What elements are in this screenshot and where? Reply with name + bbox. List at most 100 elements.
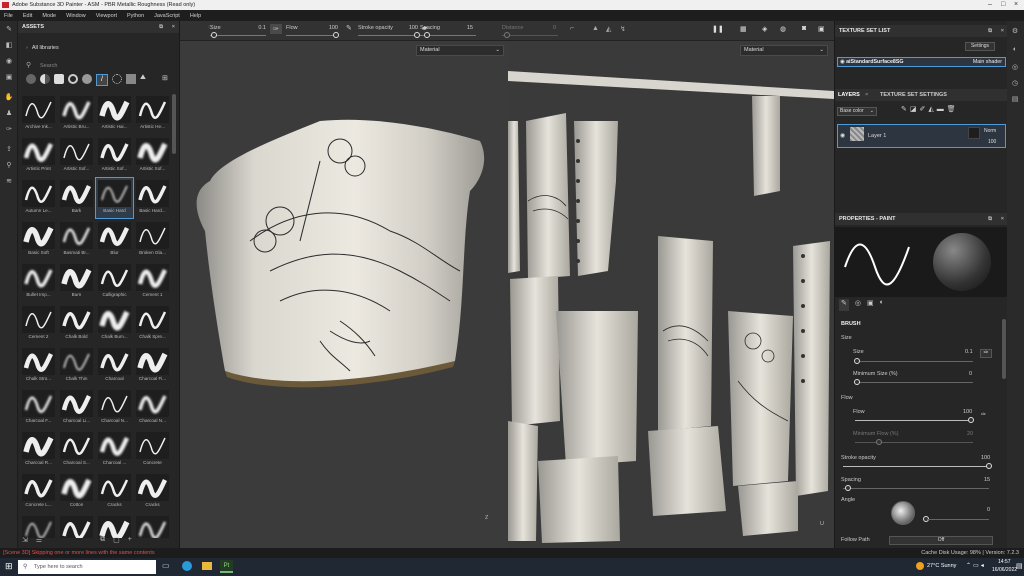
tab-texture-set-settings[interactable]: TEXTURE SET SETTINGS	[880, 92, 947, 98]
brush-thumbnail[interactable]: Burn	[58, 262, 95, 302]
brush-thumbnail[interactable]: Artistic Sof...	[96, 136, 133, 176]
close-panel-icon[interactable]: ×	[1001, 213, 1004, 225]
camera-settings-icon[interactable]: ◈	[762, 25, 767, 33]
brush-thumbnail[interactable]: Basic Hard	[95, 177, 134, 219]
taskbar-search[interactable]: ⚲ Type here to search	[18, 560, 156, 574]
material-tab-icon[interactable]: ◐	[880, 299, 884, 311]
align-icon[interactable]: ↯	[620, 25, 626, 33]
spacing-value[interactable]: 15	[453, 25, 473, 31]
brush-thumbnail[interactable]: Chalk Stro...	[20, 346, 57, 386]
layer-row[interactable]: ◉ Layer 1 Norm 100	[837, 124, 1006, 148]
viewport-3d[interactable]: Material ⌄ Z	[180, 41, 508, 548]
brush-thumbnail[interactable]: Charcoal ...	[96, 430, 133, 470]
clock-time[interactable]: 14:57	[998, 559, 1011, 565]
properties-scrollbar[interactable]	[1002, 319, 1006, 379]
brush-thumbnail[interactable]: Cracks	[134, 472, 171, 512]
brush-thumbnail[interactable]: Chalk Bold	[58, 304, 95, 344]
measure-icon[interactable]: ⚲	[4, 161, 14, 171]
prop-flow-knob[interactable]	[968, 417, 974, 423]
min-flow-knob[interactable]	[876, 439, 882, 445]
brush-thumbnail[interactable]: Charcoal N...	[96, 388, 133, 428]
brush-thumbnail[interactable]: Chalk Spre...	[134, 304, 171, 344]
weather-text[interactable]: 27°C Sunny	[927, 563, 956, 569]
brush-thumbnail[interactable]: Basic Soft	[20, 220, 57, 260]
stroke-opacity-track[interactable]	[843, 466, 989, 467]
min-flow-value[interactable]: 20	[967, 431, 973, 437]
brush-thumbnail[interactable]: Blur	[96, 220, 133, 260]
brush-thumbnail[interactable]: Cement 2	[20, 304, 57, 344]
grid-view-icon[interactable]: ⊞	[162, 74, 172, 84]
close-icon[interactable]: ×	[1014, 0, 1018, 10]
layers-icon[interactable]: ≋	[4, 177, 14, 187]
stroke-opacity-knob[interactable]	[986, 463, 992, 469]
texture-set-settings-dropdown[interactable]: Settings	[965, 42, 995, 51]
new-window-icon[interactable]: ⧉	[100, 536, 105, 546]
prop-flow-value[interactable]: 100	[963, 409, 972, 415]
min-size-track[interactable]	[855, 382, 973, 383]
filter-filters-icon[interactable]	[82, 74, 92, 84]
add-mask-icon[interactable]: ◪	[910, 106, 920, 113]
menu-python[interactable]: Python	[127, 13, 144, 19]
display-icon[interactable]: ▦	[740, 25, 747, 33]
brush-thumbnail[interactable]	[20, 514, 57, 538]
edge-browser-icon[interactable]	[182, 561, 192, 571]
brush-thumbnail[interactable]: Bark	[58, 178, 95, 218]
color-picker-icon[interactable]: ✑	[4, 125, 14, 135]
spacing-value[interactable]: 15	[984, 477, 990, 483]
maximize-icon[interactable]: □	[1001, 0, 1005, 10]
brush-thumbnail[interactable]: Concrete	[134, 430, 171, 470]
spacing-track[interactable]	[843, 488, 989, 489]
size-value[interactable]: 0.1	[246, 25, 266, 31]
add-fill-layer-icon[interactable]: ◭	[928, 106, 936, 113]
library-selector[interactable]: › All libraries	[26, 45, 59, 51]
assets-scrollbar[interactable]	[172, 94, 176, 154]
screenshot-icon[interactable]: ◙	[802, 25, 806, 32]
brush-thumbnail[interactable]: Charcoal Li...	[58, 388, 95, 428]
layer-mask-slot[interactable]	[968, 127, 980, 139]
stroke-opacity-value[interactable]: 100	[398, 25, 418, 31]
brush-thumbnail[interactable]: Artistic Sof...	[58, 136, 95, 176]
windows-start-icon[interactable]: ⊞	[5, 561, 13, 572]
brush-thumbnail[interactable]: Charcoal F...	[20, 388, 57, 428]
alpha-tab-icon[interactable]: ◎	[855, 299, 861, 311]
add-effect-icon[interactable]: ✎	[901, 106, 910, 113]
prop-flow-track[interactable]	[855, 420, 971, 421]
render-icon[interactable]: ◍	[780, 25, 786, 33]
prop-size-value[interactable]: 0.1	[965, 349, 973, 355]
distance-slider-track[interactable]	[502, 35, 558, 36]
filter-smart-materials-icon[interactable]	[54, 74, 64, 84]
angle-track[interactable]	[927, 519, 989, 520]
brush-thumbnail[interactable]	[134, 514, 171, 538]
import-icon[interactable]: ⇲	[22, 536, 28, 546]
menu-window[interactable]: Window	[66, 13, 86, 19]
brush-thumbnail[interactable]: Cotton	[58, 472, 95, 512]
tab-layers[interactable]: LAYERS	[838, 92, 860, 98]
filter-textures-icon[interactable]	[126, 74, 136, 84]
brush-thumbnail[interactable]: Basic Hard...	[134, 178, 171, 218]
size-slider-knob[interactable]	[211, 32, 217, 38]
pen-pressure-icon[interactable]: ✑	[270, 24, 282, 34]
menu-javascript[interactable]: JavaScript	[154, 13, 180, 19]
filter-materials-icon[interactable]	[40, 74, 50, 84]
bake-icon[interactable]: ⇪	[4, 145, 14, 155]
min-size-value[interactable]: 0	[969, 371, 972, 377]
notifications-icon[interactable]: ▤	[1016, 562, 1023, 570]
follow-path-toggle[interactable]: Off	[889, 536, 993, 545]
float-panel-icon[interactable]: ⧉	[159, 21, 163, 33]
view-mode-icon[interactable]: ▣	[818, 25, 825, 33]
stroke-opacity-value[interactable]: 100	[981, 455, 990, 461]
brush-thumbnail[interactable]: Charcoal S...	[58, 430, 95, 470]
close-panel-icon[interactable]: ×	[1001, 25, 1004, 37]
menu-help[interactable]: Help	[190, 13, 201, 19]
distance-value[interactable]: 0	[536, 25, 556, 31]
brush-thumbnail[interactable]: Artistic Sof...	[134, 136, 171, 176]
filter-brushes-icon[interactable]: /	[96, 74, 108, 86]
distance-slider-knob[interactable]	[504, 32, 510, 38]
brush-thumbnail[interactable]: Chalk Thin	[58, 346, 95, 386]
flow-slider-track[interactable]	[286, 35, 338, 36]
viewport-3d-channel-dropdown[interactable]: Material ⌄	[416, 45, 504, 56]
export-icon[interactable]: ▢	[113, 536, 120, 546]
brush-thumbnail[interactable]: Calligraphic	[96, 262, 133, 302]
brush-thumbnail[interactable]: Bullet Imp...	[20, 262, 57, 302]
viewport-2d-uv[interactable]: Material ⌄ U	[508, 41, 834, 548]
